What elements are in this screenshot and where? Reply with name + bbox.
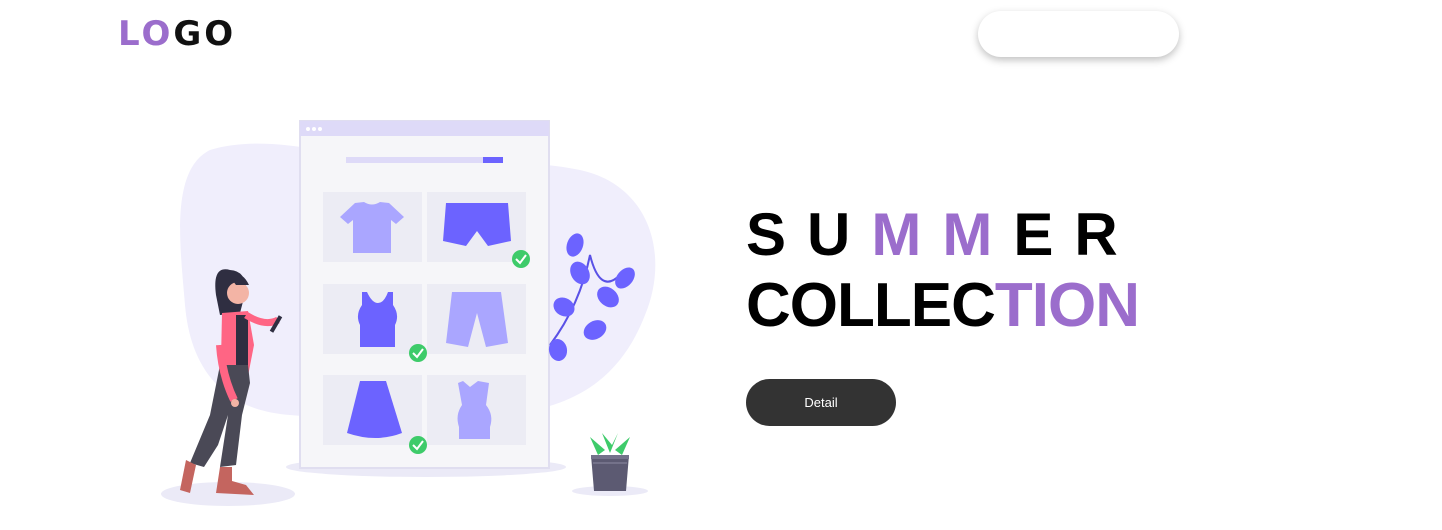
title-word-part-accent: TION [994,271,1140,340]
search-input[interactable] [978,11,1179,57]
hero-title-line1: SUMMER [746,205,1139,271]
hero-title: SUMMER COLLECTION [746,205,1140,337]
vest-icon [457,381,492,439]
logo[interactable]: LOGO [118,14,236,54]
hero-title-line2: COLLECTION [746,275,1140,337]
title-word-part: COLLEC [746,271,996,340]
logo-dark-text: GO [173,14,237,54]
check-badge-icon [409,344,427,362]
title-word-part: ER [1013,201,1139,268]
check-badge-icon [409,436,427,454]
potted-plant [590,433,630,491]
logo-accent-text: LO [118,14,174,54]
check-badge-icon [512,250,530,268]
title-word-part-accent: MM [871,201,1014,268]
detail-button[interactable]: Detail [746,379,896,426]
title-word-part: SU [746,201,872,268]
shopping-illustration [161,120,656,506]
